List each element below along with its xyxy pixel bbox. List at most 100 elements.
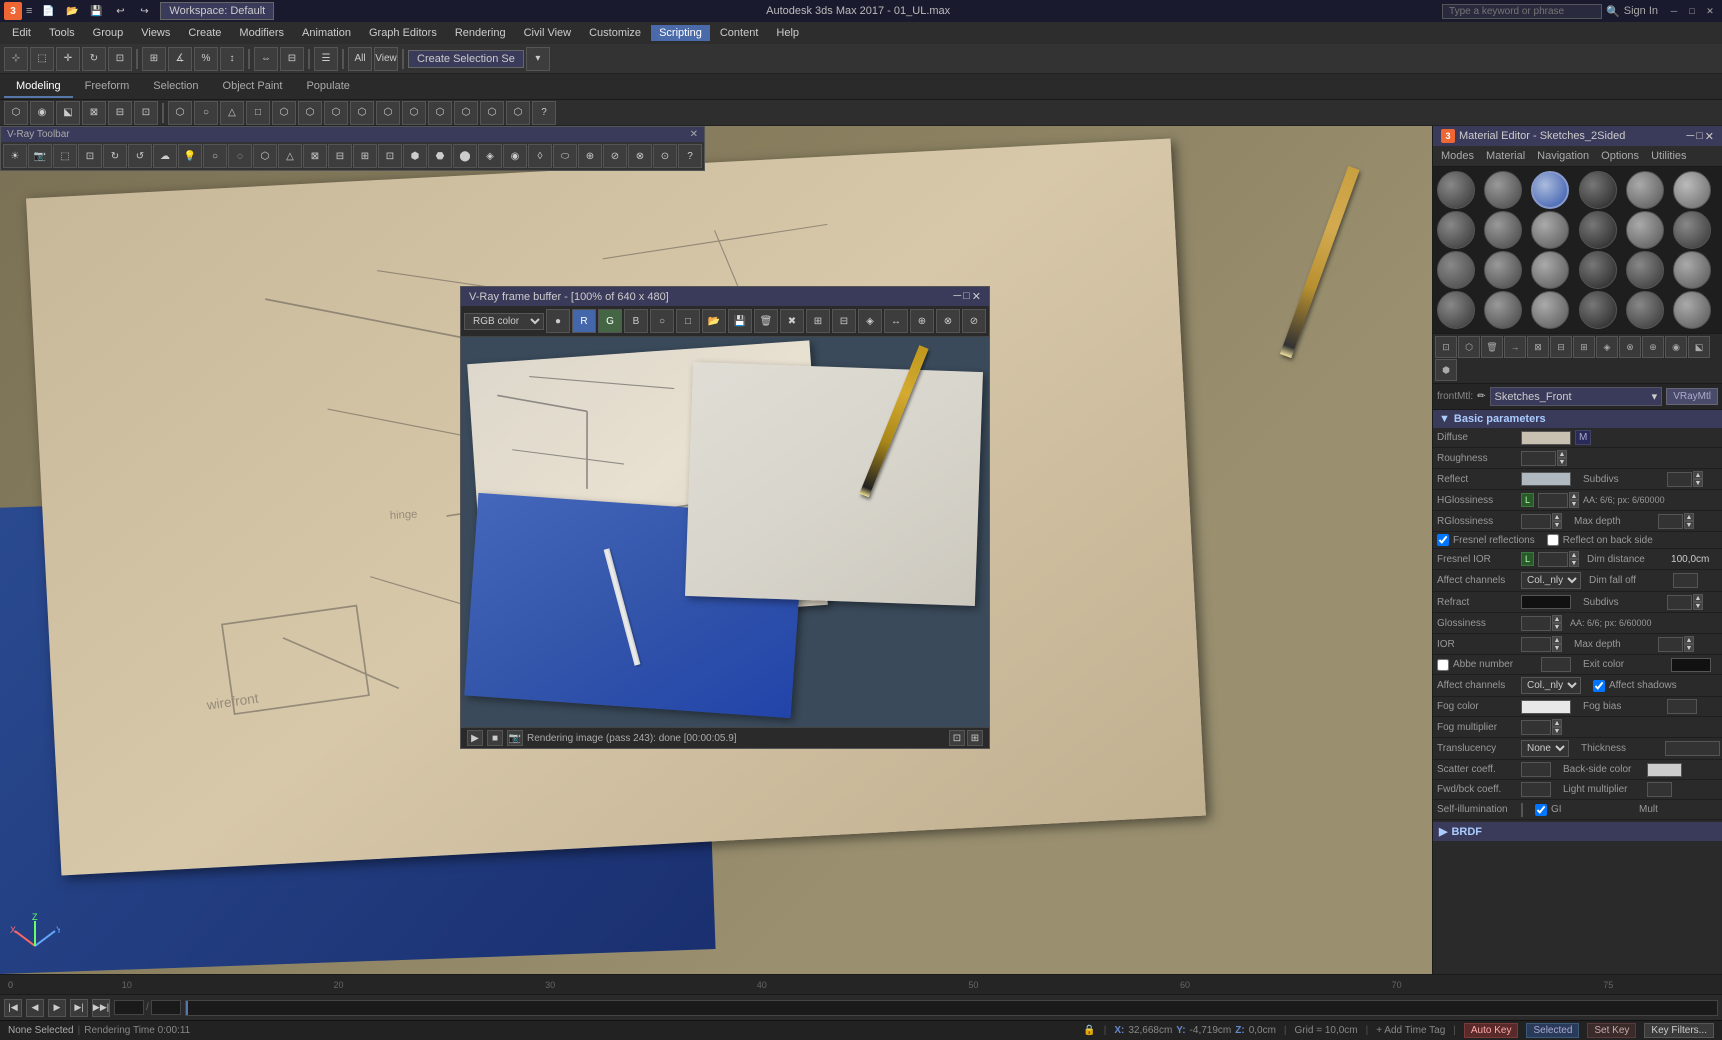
translucency-select[interactable]: None — [1521, 740, 1569, 757]
tl-current-frame[interactable]: 0 — [114, 1000, 144, 1015]
fb-btn-17[interactable]: ⊘ — [962, 309, 986, 333]
tl-play[interactable]: ▶ — [48, 999, 66, 1017]
sphere-13[interactable] — [1437, 251, 1475, 289]
fb-close[interactable]: ✕ — [972, 290, 981, 303]
fb-zoom-fit[interactable]: ⊡ — [949, 730, 965, 746]
fb-btn-11[interactable]: ⊞ — [806, 309, 830, 333]
fb-btn-7[interactable]: 📂 — [702, 309, 726, 333]
vt-25[interactable]: ⊘ — [603, 144, 627, 168]
tb2-12[interactable]: ⬡ — [298, 101, 322, 125]
sphere-4[interactable] — [1579, 171, 1617, 209]
fb-restore[interactable]: □ — [963, 290, 970, 303]
close-btn[interactable]: ✕ — [1702, 3, 1718, 19]
tb2-15[interactable]: ⬡ — [376, 101, 400, 125]
fb-btn-13[interactable]: ◈ — [858, 309, 882, 333]
me-menu-utilities[interactable]: Utilities — [1645, 148, 1692, 164]
max-depth-input[interactable]: 5 — [1658, 514, 1683, 529]
vt-20[interactable]: ◈ — [478, 144, 502, 168]
tl-total-frames[interactable]: 100 — [151, 1000, 181, 1015]
fb-minimize[interactable]: ─ — [953, 290, 961, 303]
affect-shadows-checkbox[interactable] — [1593, 680, 1605, 692]
vt-16[interactable]: ⊡ — [378, 144, 402, 168]
abbe-checkbox[interactable] — [1437, 659, 1449, 671]
me-tool-9[interactable]: ⊗ — [1619, 336, 1641, 358]
tb2-8[interactable]: ○ — [194, 101, 218, 125]
tb2-13[interactable]: ⬡ — [324, 101, 348, 125]
subdivs-down[interactable]: ▼ — [1693, 479, 1703, 487]
set-key-btn[interactable]: Set Key — [1587, 1023, 1636, 1038]
fb-btn-14[interactable]: ↔ — [884, 309, 908, 333]
mirror-tool[interactable]: ⇔ — [254, 47, 278, 71]
menu-animation[interactable]: Animation — [294, 25, 359, 41]
vt-28[interactable]: ? — [678, 144, 702, 168]
fb-btn-10[interactable]: ✖ — [780, 309, 804, 333]
menu-scripting[interactable]: Scripting — [651, 25, 710, 41]
sphere-6[interactable] — [1673, 171, 1711, 209]
rotate-tool[interactable]: ↻ — [82, 47, 106, 71]
back-side-color[interactable] — [1647, 763, 1682, 777]
ior-up[interactable]: ▲ — [1552, 636, 1562, 644]
tb2-10[interactable]: □ — [246, 101, 270, 125]
tb2-2[interactable]: ◉ — [30, 101, 54, 125]
fb-zoom-full[interactable]: ⊞ — [967, 730, 983, 746]
select-region[interactable]: ⬚ — [30, 47, 54, 71]
refract-subdivs-up[interactable]: ▲ — [1693, 594, 1703, 602]
layer-manager[interactable]: ☰ — [314, 47, 338, 71]
refract-subdivs-input[interactable]: 8 — [1667, 595, 1692, 610]
timeline-track[interactable] — [185, 1000, 1718, 1016]
tb2-6[interactable]: ⊡ — [134, 101, 158, 125]
angle-snap[interactable]: ∡ — [168, 47, 192, 71]
refract-max-depth-down[interactable]: ▼ — [1684, 644, 1694, 652]
sphere-2[interactable] — [1484, 171, 1522, 209]
me-tool-2[interactable]: ⬡ — [1458, 336, 1480, 358]
max-depth-up[interactable]: ▲ — [1684, 513, 1694, 521]
pencil-icon[interactable]: ✏ — [1477, 391, 1485, 402]
minimize-btn[interactable]: ─ — [1666, 3, 1682, 19]
refract-affect-select[interactable]: Col._nly — [1521, 677, 1581, 694]
fog-mult-up[interactable]: ▲ — [1552, 719, 1562, 727]
fb-btn-9[interactable]: 🗑 — [754, 309, 778, 333]
menu-modifiers[interactable]: Modifiers — [231, 25, 292, 41]
gi-checkbox[interactable] — [1535, 804, 1547, 816]
selected-btn[interactable]: Selected — [1526, 1023, 1579, 1038]
tb2-19[interactable]: ⬡ — [480, 101, 504, 125]
create-selection-btn[interactable]: Create Selection Se — [408, 50, 524, 68]
scale-tool[interactable]: ⊡ — [108, 47, 132, 71]
sphere-7[interactable] — [1437, 211, 1475, 249]
rgloss-down[interactable]: ▼ — [1552, 521, 1562, 529]
thickness-input[interactable]: 1000,0cm — [1665, 741, 1720, 756]
menu-tools[interactable]: Tools — [41, 25, 83, 41]
scatter-input[interactable]: 0,0 — [1521, 762, 1551, 777]
tb2-5[interactable]: ⊟ — [108, 101, 132, 125]
me-tool-3[interactable]: 🗑 — [1481, 336, 1503, 358]
sphere-22[interactable] — [1579, 291, 1617, 329]
refract-subdivs-down[interactable]: ▼ — [1693, 602, 1703, 610]
vt-22[interactable]: ◊ — [528, 144, 552, 168]
fb-btn-12[interactable]: ⊟ — [832, 309, 856, 333]
sphere-16[interactable] — [1579, 251, 1617, 289]
vt-6[interactable]: ↺ — [128, 144, 152, 168]
me-menu-options[interactable]: Options — [1595, 148, 1645, 164]
tb2-18[interactable]: ⬡ — [454, 101, 478, 125]
refract-max-depth-up[interactable]: ▲ — [1684, 636, 1694, 644]
front-mtl-dropdown[interactable]: ▾ — [1652, 390, 1658, 403]
fresnel-checkbox[interactable] — [1437, 534, 1449, 546]
create-sel-dropdown[interactable]: ▾ — [526, 47, 550, 71]
sphere-24[interactable] — [1673, 291, 1711, 329]
tl-prev-frame[interactable]: ◀ — [26, 999, 44, 1017]
tab-selection[interactable]: Selection — [141, 76, 210, 98]
vray-mtl-btn[interactable]: VRayMtl — [1666, 388, 1718, 405]
snap-toggle[interactable]: ⊞ — [142, 47, 166, 71]
fog-color-swatch[interactable] — [1521, 700, 1571, 714]
sphere-15[interactable] — [1531, 251, 1569, 289]
me-close[interactable]: ✕ — [1705, 130, 1714, 143]
vt-17[interactable]: ⬢ — [403, 144, 427, 168]
menu-group[interactable]: Group — [85, 25, 132, 41]
add-time-tag-btn[interactable]: + Add Time Tag — [1376, 1025, 1445, 1036]
tl-next-key[interactable]: ▶▶| — [92, 999, 110, 1017]
me-menu-material[interactable]: Material — [1480, 148, 1531, 164]
fb-play[interactable]: ▶ — [467, 730, 483, 746]
ior-input[interactable]: 1,6 — [1521, 637, 1551, 652]
sphere-19[interactable] — [1437, 291, 1475, 329]
fb-btn-2[interactable]: R — [572, 309, 596, 333]
